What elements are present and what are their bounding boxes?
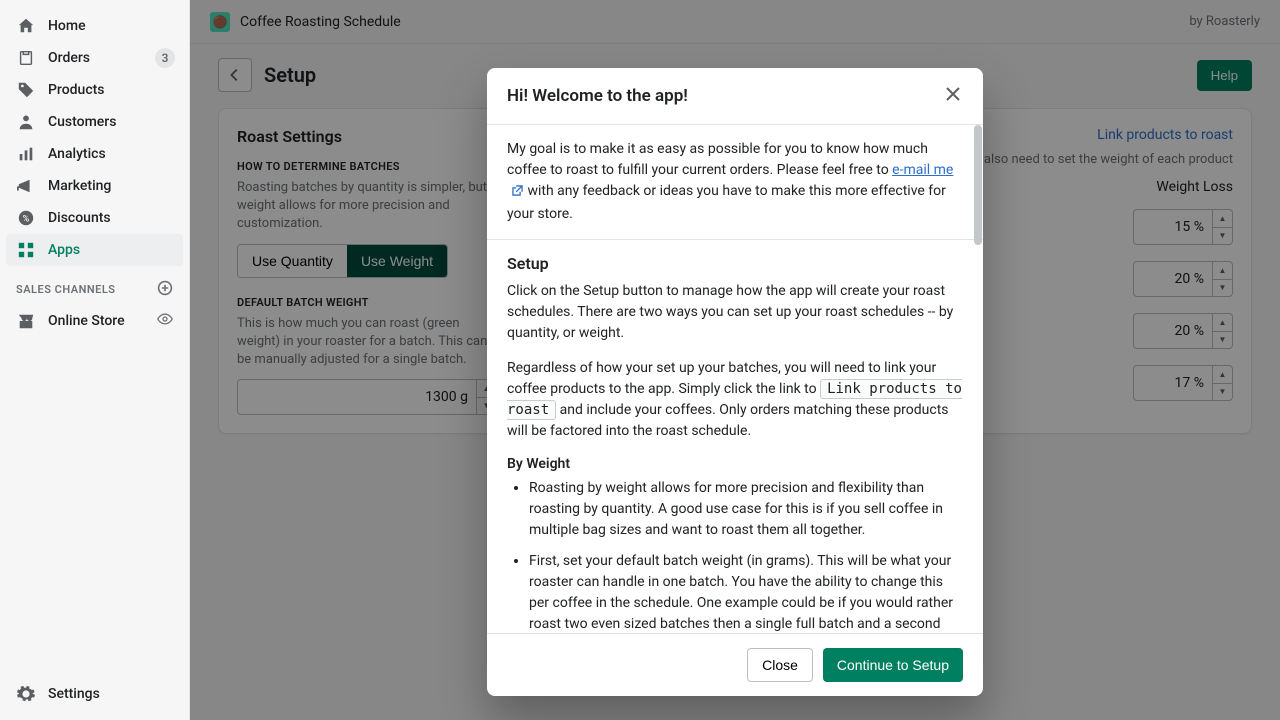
nav-label: Marketing — [48, 178, 111, 194]
nav-label: Orders — [48, 50, 90, 66]
modal-body: Setup Click on the Setup button to manag… — [487, 240, 983, 633]
nav-label: Home — [48, 18, 86, 34]
close-icon[interactable] — [943, 84, 963, 108]
external-link-icon — [511, 183, 524, 204]
nav-analytics[interactable]: Analytics — [6, 138, 183, 170]
nav-label: Analytics — [48, 146, 106, 162]
user-icon — [16, 112, 36, 132]
store-icon — [16, 311, 36, 331]
nav-apps[interactable]: Apps — [6, 234, 183, 266]
orders-badge: 3 — [155, 48, 175, 68]
main: 🟤 Coffee Roasting Schedule by Roasterly … — [190, 0, 1280, 720]
nav-online-store[interactable]: Online Store — [6, 305, 183, 337]
svg-text:%: % — [23, 215, 30, 225]
add-channel-icon[interactable] — [157, 280, 173, 299]
welcome-modal: Hi! Welcome to the app! My goal is to ma… — [487, 68, 983, 696]
nav-label: Settings — [48, 686, 100, 702]
nav-orders[interactable]: Orders 3 — [6, 42, 183, 74]
setup-p2: Regardless of how your set up your batch… — [507, 358, 963, 442]
sales-channels-header: SALES CHANNELS — [6, 266, 183, 305]
modal-scrollbar[interactable] — [974, 125, 982, 633]
nav-settings[interactable]: Settings — [6, 678, 183, 710]
nav-products[interactable]: Products — [6, 74, 183, 106]
nav-label: Discounts — [48, 210, 111, 226]
nav-label: Customers — [48, 114, 116, 130]
nav-label: Apps — [48, 242, 80, 258]
megaphone-icon — [16, 176, 36, 196]
nav-label: Online Store — [48, 313, 125, 329]
modal-intro: My goal is to make it as easy as possibl… — [487, 125, 983, 240]
nav-customers[interactable]: Customers — [6, 106, 183, 138]
bw-item: Roasting by weight allows for more preci… — [529, 478, 963, 541]
nav-home[interactable]: Home — [6, 10, 183, 42]
continue-button[interactable]: Continue to Setup — [823, 648, 963, 682]
bw-item: First, set your default batch weight (in… — [529, 551, 963, 633]
gear-icon — [16, 684, 36, 704]
setup-heading: Setup — [507, 254, 963, 273]
close-button[interactable]: Close — [747, 648, 813, 682]
nav-label: Products — [48, 82, 105, 98]
orders-icon — [16, 48, 36, 68]
modal-title: Hi! Welcome to the app! — [507, 86, 688, 106]
sidebar: Home Orders 3 Products Customers Analyti… — [0, 0, 190, 720]
nav-discounts[interactable]: % Discounts — [6, 202, 183, 234]
analytics-icon — [16, 144, 36, 164]
apps-icon — [16, 240, 36, 260]
by-weight-heading: By Weight — [507, 456, 963, 472]
tag-icon — [16, 80, 36, 100]
setup-p1: Click on the Setup button to manage how … — [507, 281, 963, 344]
nav-marketing[interactable]: Marketing — [6, 170, 183, 202]
home-icon — [16, 16, 36, 36]
discount-icon: % — [16, 208, 36, 228]
view-store-icon[interactable] — [157, 311, 173, 331]
